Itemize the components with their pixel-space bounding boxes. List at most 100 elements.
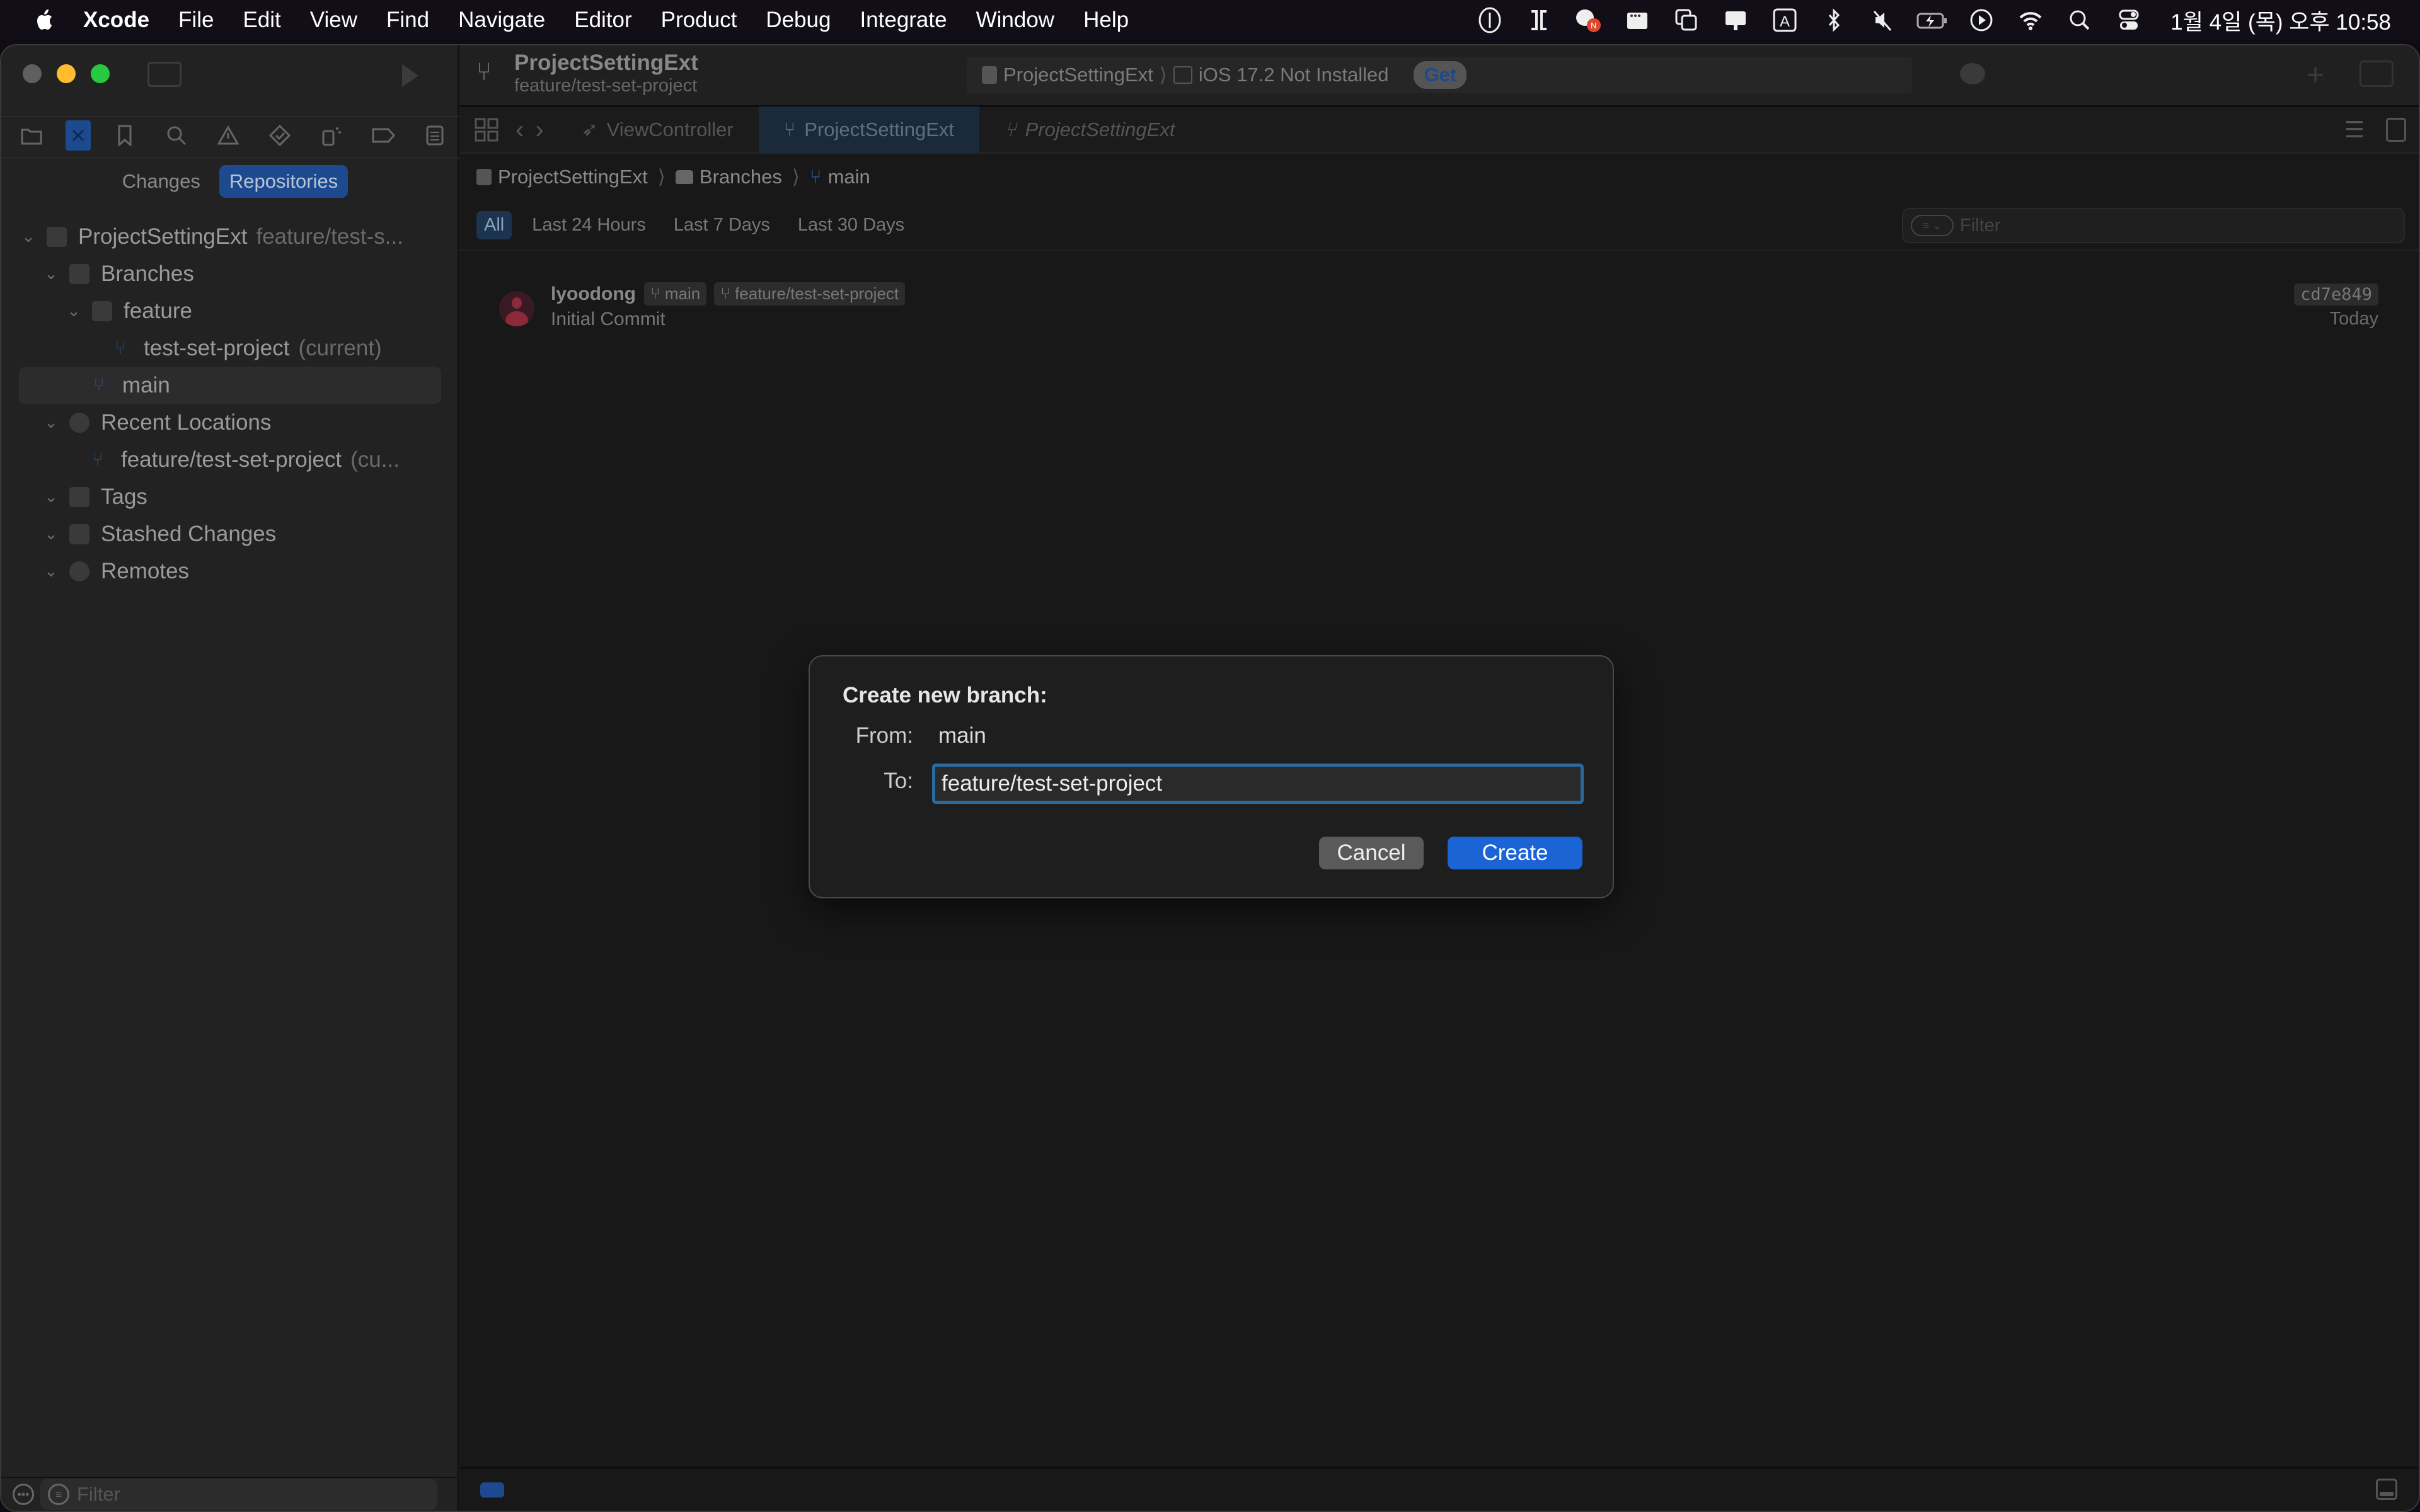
menu-extra-icon[interactable] bbox=[1621, 5, 1654, 35]
add-editor-split-icon[interactable] bbox=[2386, 118, 2406, 142]
menu-find[interactable]: Find bbox=[386, 8, 429, 33]
menu-edit[interactable]: Edit bbox=[243, 8, 280, 33]
chevron-down-icon[interactable]: ⌄ bbox=[66, 301, 82, 321]
tree-item-stashed-changes[interactable]: ⌄ Stashed Changes bbox=[1, 515, 459, 553]
tab-viewcontroller[interactable]: ➶ ViewController bbox=[556, 106, 759, 153]
segment-changes[interactable]: Changes bbox=[112, 165, 210, 198]
tree-item-current-branch[interactable]: ⑂ test-set-project (current) bbox=[1, 329, 459, 367]
filter-options-icon[interactable]: ≡ ⌄ bbox=[1911, 215, 1954, 236]
segment-repositories[interactable]: Repositories bbox=[219, 165, 349, 198]
microphone-icon[interactable] bbox=[1473, 5, 1506, 35]
chevron-down-icon[interactable]: ⌄ bbox=[43, 561, 59, 581]
tree-item-main-branch[interactable]: ⑂ main bbox=[19, 367, 441, 404]
inspector-toggle-icon[interactable] bbox=[2360, 60, 2394, 87]
play-circle-icon[interactable] bbox=[1965, 5, 1998, 35]
tree-item-recent-branch[interactable]: ⑂ feature/test-set-project (cu... bbox=[1, 441, 459, 478]
filter-last-7-days[interactable]: Last 7 Days bbox=[666, 211, 778, 239]
filter-last-30-days[interactable]: Last 30 Days bbox=[790, 211, 912, 239]
apple-menu-icon[interactable] bbox=[33, 6, 58, 35]
battery-charging-icon[interactable] bbox=[1916, 5, 1949, 35]
editor-options-lines-icon[interactable]: ☰ bbox=[2344, 117, 2365, 143]
chevron-down-icon[interactable]: ⌄ bbox=[43, 487, 59, 507]
editor-tab-bar: ‹ › ➶ ViewController ⑂ ProjectSettingExt… bbox=[460, 106, 2419, 154]
globe-icon bbox=[69, 561, 89, 581]
bookmark-navigator-icon[interactable] bbox=[107, 118, 142, 153]
display-icon[interactable] bbox=[1719, 5, 1752, 35]
report-navigator-icon[interactable] bbox=[417, 118, 452, 153]
breakpoint-navigator-icon[interactable] bbox=[366, 118, 401, 153]
get-platform-button[interactable]: Get bbox=[1414, 61, 1467, 89]
menu-navigate[interactable]: Navigate bbox=[458, 8, 545, 33]
create-button[interactable]: Create bbox=[1448, 837, 1582, 869]
more-options-icon[interactable]: ••• bbox=[13, 1484, 34, 1505]
related-items-grid-icon[interactable] bbox=[474, 117, 499, 142]
input-source-icon[interactable]: A bbox=[1768, 5, 1801, 35]
project-navigator-folder-icon[interactable] bbox=[14, 118, 49, 153]
breadcrumb-branch[interactable]: main bbox=[828, 166, 870, 188]
branch-name-input[interactable] bbox=[932, 764, 1584, 804]
tab-projectsettingext-active[interactable]: ⑂ ProjectSettingExt bbox=[758, 106, 980, 153]
tree-item-recent-locations[interactable]: ⌄ Recent Locations bbox=[1, 404, 459, 441]
menu-editor[interactable]: Editor bbox=[574, 8, 631, 33]
breadcrumb-project[interactable]: ProjectSettingExt bbox=[498, 166, 648, 188]
menu-integrate[interactable]: Integrate bbox=[860, 8, 947, 33]
menu-view[interactable]: View bbox=[310, 8, 357, 33]
menu-window[interactable]: Window bbox=[976, 8, 1054, 33]
tree-item-branches[interactable]: ⌄ Branches bbox=[1, 255, 459, 292]
menu-bar-clock[interactable]: 1월 4일 (목) 오후 10:58 bbox=[2170, 4, 2391, 37]
source-control-navigator-icon[interactable] bbox=[66, 120, 91, 151]
minimize-window-button[interactable] bbox=[57, 64, 76, 83]
chevron-down-icon[interactable]: ⌄ bbox=[43, 413, 59, 432]
to-label: To: bbox=[884, 769, 913, 793]
back-chevron-icon[interactable]: ‹ bbox=[516, 116, 524, 144]
chat-notification-icon[interactable]: N bbox=[1572, 5, 1605, 35]
tree-item-feature-folder[interactable]: ⌄ feature bbox=[1, 292, 459, 329]
destination-name[interactable]: iOS 17.2 Not Installed bbox=[1199, 64, 1389, 86]
chevron-down-icon[interactable]: ⌄ bbox=[20, 227, 37, 246]
sidebar-toggle-icon[interactable] bbox=[147, 62, 182, 87]
tree-item-remotes[interactable]: ⌄ Remotes bbox=[1, 553, 459, 590]
menu-app-xcode[interactable]: Xcode bbox=[83, 8, 149, 33]
main-branch-name: main bbox=[122, 372, 170, 398]
sidebar-filter-input[interactable]: ≡ Filter bbox=[40, 1479, 437, 1510]
window-stack-icon[interactable] bbox=[1670, 5, 1703, 35]
wifi-icon[interactable] bbox=[2014, 5, 2047, 35]
run-icon[interactable] bbox=[397, 62, 422, 88]
menu-product[interactable]: Product bbox=[661, 8, 737, 33]
toolbar-branch-subtitle[interactable]: feature/test-set-project bbox=[514, 76, 697, 96]
scheme-name[interactable]: ProjectSettingExt bbox=[1003, 64, 1153, 86]
tree-item-project[interactable]: ⌄ ProjectSettingExt feature/test-s... bbox=[1, 218, 459, 255]
breadcrumb-branches[interactable]: Branches bbox=[700, 166, 782, 188]
test-navigator-icon[interactable] bbox=[262, 118, 297, 153]
breakpoints-toggle-icon[interactable] bbox=[480, 1482, 504, 1498]
forward-chevron-icon[interactable]: › bbox=[535, 116, 543, 144]
filter-icon[interactable]: ≡ bbox=[48, 1484, 69, 1505]
menu-help[interactable]: Help bbox=[1083, 8, 1129, 33]
menu-debug[interactable]: Debug bbox=[766, 8, 831, 33]
debug-area-toggle-icon[interactable] bbox=[2376, 1479, 2397, 1500]
close-window-button[interactable] bbox=[23, 64, 42, 83]
bracket-app-icon[interactable] bbox=[1523, 5, 1555, 35]
debug-navigator-icon[interactable] bbox=[314, 118, 349, 153]
menu-file[interactable]: File bbox=[178, 8, 214, 33]
tab-projectsettingext-preview[interactable]: ⑂ ProjectSettingExt bbox=[979, 106, 1200, 153]
filter-all[interactable]: All bbox=[476, 210, 512, 239]
filter-last-24-hours[interactable]: Last 24 Hours bbox=[524, 211, 654, 239]
cancel-button[interactable]: Cancel bbox=[1319, 837, 1424, 869]
project-name: ProjectSettingExt bbox=[78, 224, 248, 249]
chevron-right-icon: ⟩ bbox=[657, 166, 666, 188]
bluetooth-icon[interactable] bbox=[1818, 5, 1850, 35]
find-navigator-icon[interactable] bbox=[159, 118, 194, 153]
spotlight-search-icon[interactable] bbox=[2063, 5, 2096, 35]
author-avatar bbox=[499, 291, 534, 326]
tree-item-tags[interactable]: ⌄ Tags bbox=[1, 478, 459, 515]
chevron-down-icon[interactable]: ⌄ bbox=[43, 264, 59, 284]
issue-navigator-warning-icon[interactable] bbox=[210, 118, 246, 153]
zoom-window-button[interactable] bbox=[91, 64, 110, 83]
history-filter-input[interactable]: ≡ ⌄ Filter bbox=[1902, 208, 2405, 243]
commit-row[interactable]: lyoodong ⑂ main ⑂ feature/test-set-proje… bbox=[460, 272, 2419, 335]
mute-icon[interactable] bbox=[1867, 5, 1899, 35]
add-library-plus-icon[interactable]: + bbox=[2307, 58, 2324, 93]
chevron-down-icon[interactable]: ⌄ bbox=[43, 524, 59, 544]
control-center-icon[interactable] bbox=[2112, 5, 2145, 35]
